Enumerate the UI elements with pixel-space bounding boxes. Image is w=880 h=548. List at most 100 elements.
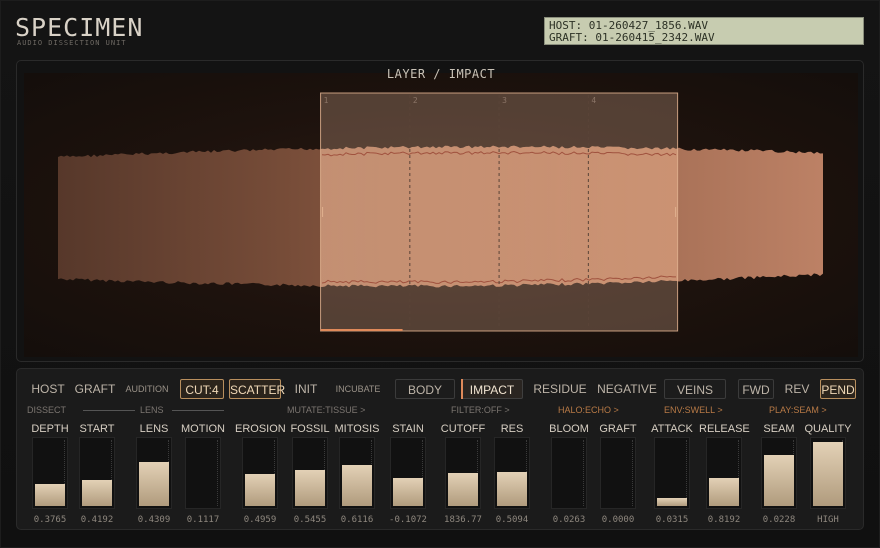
param-label: SEAM (763, 423, 795, 435)
audition-button[interactable]: AUDITION (121, 379, 173, 399)
param-erosion: EROSION 0.4959 (235, 423, 286, 525)
param-label: RES (500, 423, 524, 435)
param-slider[interactable] (242, 437, 278, 509)
slider-fill (35, 483, 65, 506)
param-slider[interactable] (445, 437, 481, 509)
param-label: START (79, 423, 115, 435)
slider-fill (497, 472, 527, 506)
param-label: QUALITY (804, 423, 852, 435)
section-dissect: DISSECT (27, 405, 67, 415)
slider-ticks (684, 440, 687, 506)
param-slider[interactable] (810, 437, 846, 509)
slider-ticks (215, 440, 218, 506)
param-value: 0.8192 (707, 515, 741, 525)
param-cutoff: CUTOFF 1836.77 (438, 423, 488, 525)
layer-negative-button[interactable]: NEGATIVE (595, 379, 659, 399)
layer-impact-button[interactable]: IMPACT (461, 379, 523, 399)
slider-fill (82, 479, 112, 506)
param-value: 0.0000 (601, 515, 635, 525)
lens-divider-left (83, 410, 135, 411)
param-attack: ATTACK 0.0315 (647, 423, 697, 525)
param-slider[interactable] (494, 437, 530, 509)
scatter-button[interactable]: SCATTER (229, 379, 285, 399)
param-stain: STAIN -0.1072 (383, 423, 433, 525)
param-depth: DEPTH 0.3765 (25, 423, 75, 525)
rev-button[interactable]: REV (780, 379, 814, 399)
slice-number: 3 (502, 96, 507, 105)
graft-file-readout: GRAFT: 01-260415_2342.WAV (549, 31, 715, 44)
incubate-button[interactable]: INCUBATE (330, 379, 386, 399)
layer-body-button[interactable]: BODY (395, 379, 455, 399)
param-value: 0.0315 (655, 515, 689, 525)
param-bloom: BLOOM 0.0263 (544, 423, 594, 525)
param-label: BLOOM (549, 423, 589, 435)
cut-button[interactable]: CUT:4 (180, 379, 224, 399)
slider-ticks (581, 440, 584, 506)
param-slider[interactable] (185, 437, 221, 509)
param-slider[interactable] (654, 437, 690, 509)
param-slider[interactable] (761, 437, 797, 509)
section-filter[interactable]: FILTER:OFF > (451, 405, 510, 415)
param-slider[interactable] (136, 437, 172, 509)
param-value: 0.5455 (293, 515, 327, 525)
param-slider[interactable] (79, 437, 115, 509)
section-halo[interactable]: HALO:ECHO > (558, 405, 619, 415)
file-display: HOST: 01-260427_1856.WAV GRAFT: 01-26041… (544, 17, 864, 45)
param-label: LENS (139, 423, 169, 435)
param-slider[interactable] (32, 437, 68, 509)
param-value: 0.4959 (243, 515, 277, 525)
param-label: STAIN (392, 423, 424, 435)
param-slider[interactable] (292, 437, 328, 509)
param-value: 0.0228 (762, 515, 796, 525)
param-label: MOTION (181, 423, 225, 435)
app-logo: SPECIMEN (15, 13, 144, 42)
layer-residue-button[interactable]: RESIDUE (530, 379, 590, 399)
slider-fill (657, 498, 687, 506)
param-slider[interactable] (339, 437, 375, 509)
param-lens: LENS 0.4309 (129, 423, 179, 525)
init-button[interactable]: INIT (288, 379, 324, 399)
slider-fill (393, 478, 423, 506)
param-value: 0.6116 (340, 515, 374, 525)
param-label: FOSSIL (290, 423, 330, 435)
param-release: RELEASE 0.8192 (699, 423, 750, 525)
param-res: RES 0.5094 (487, 423, 537, 525)
lens-divider-right (172, 410, 224, 411)
slider-fill (342, 465, 372, 506)
section-play[interactable]: PLAY:SEAM > (769, 405, 827, 415)
slider-fill (764, 455, 794, 506)
param-label: MITOSIS (334, 423, 380, 435)
app-subtitle: AUDIO DISSECTION UNIT (17, 39, 127, 47)
fwd-button[interactable]: FWD (738, 379, 774, 399)
waveform-display[interactable]: 1 2 3 4 (24, 73, 858, 357)
param-slider[interactable] (706, 437, 742, 509)
slice-number: 4 (591, 96, 596, 105)
section-env[interactable]: ENV:SWELL > (664, 405, 723, 415)
param-label: EROSION (235, 423, 286, 435)
pend-button[interactable]: PEND (820, 379, 856, 399)
slider-fill (139, 462, 169, 506)
graft-button[interactable]: GRAFT (73, 379, 117, 399)
param-slider[interactable] (551, 437, 587, 509)
host-button[interactable]: HOST (29, 379, 67, 399)
param-seam: SEAM 0.0228 (754, 423, 804, 525)
slider-ticks (630, 440, 633, 506)
param-slider[interactable] (600, 437, 636, 509)
param-motion: MOTION 0.1117 (178, 423, 228, 525)
param-label: ATTACK (651, 423, 693, 435)
param-value: 1836.77 (444, 515, 482, 525)
param-label: GRAFT (599, 423, 637, 435)
param-label: DEPTH (31, 423, 69, 435)
param-value: 0.5094 (495, 515, 529, 525)
slider-fill (245, 473, 275, 506)
param-value: 0.3765 (33, 515, 67, 525)
param-mitosis: MITOSIS 0.6116 (332, 423, 382, 525)
param-slider[interactable] (390, 437, 426, 509)
param-value: 0.4192 (80, 515, 114, 525)
veins-button[interactable]: VEINS (664, 379, 726, 399)
slice-number: 2 (413, 96, 418, 105)
waveform-canvas[interactable]: 1 2 3 4 (24, 73, 858, 357)
section-mutate[interactable]: MUTATE:TISSUE > (287, 405, 365, 415)
specimen-plugin-window: SPECIMEN AUDIO DISSECTION UNIT HOST: 01-… (0, 0, 880, 548)
waveform-title: LAYER / IMPACT (386, 67, 496, 81)
